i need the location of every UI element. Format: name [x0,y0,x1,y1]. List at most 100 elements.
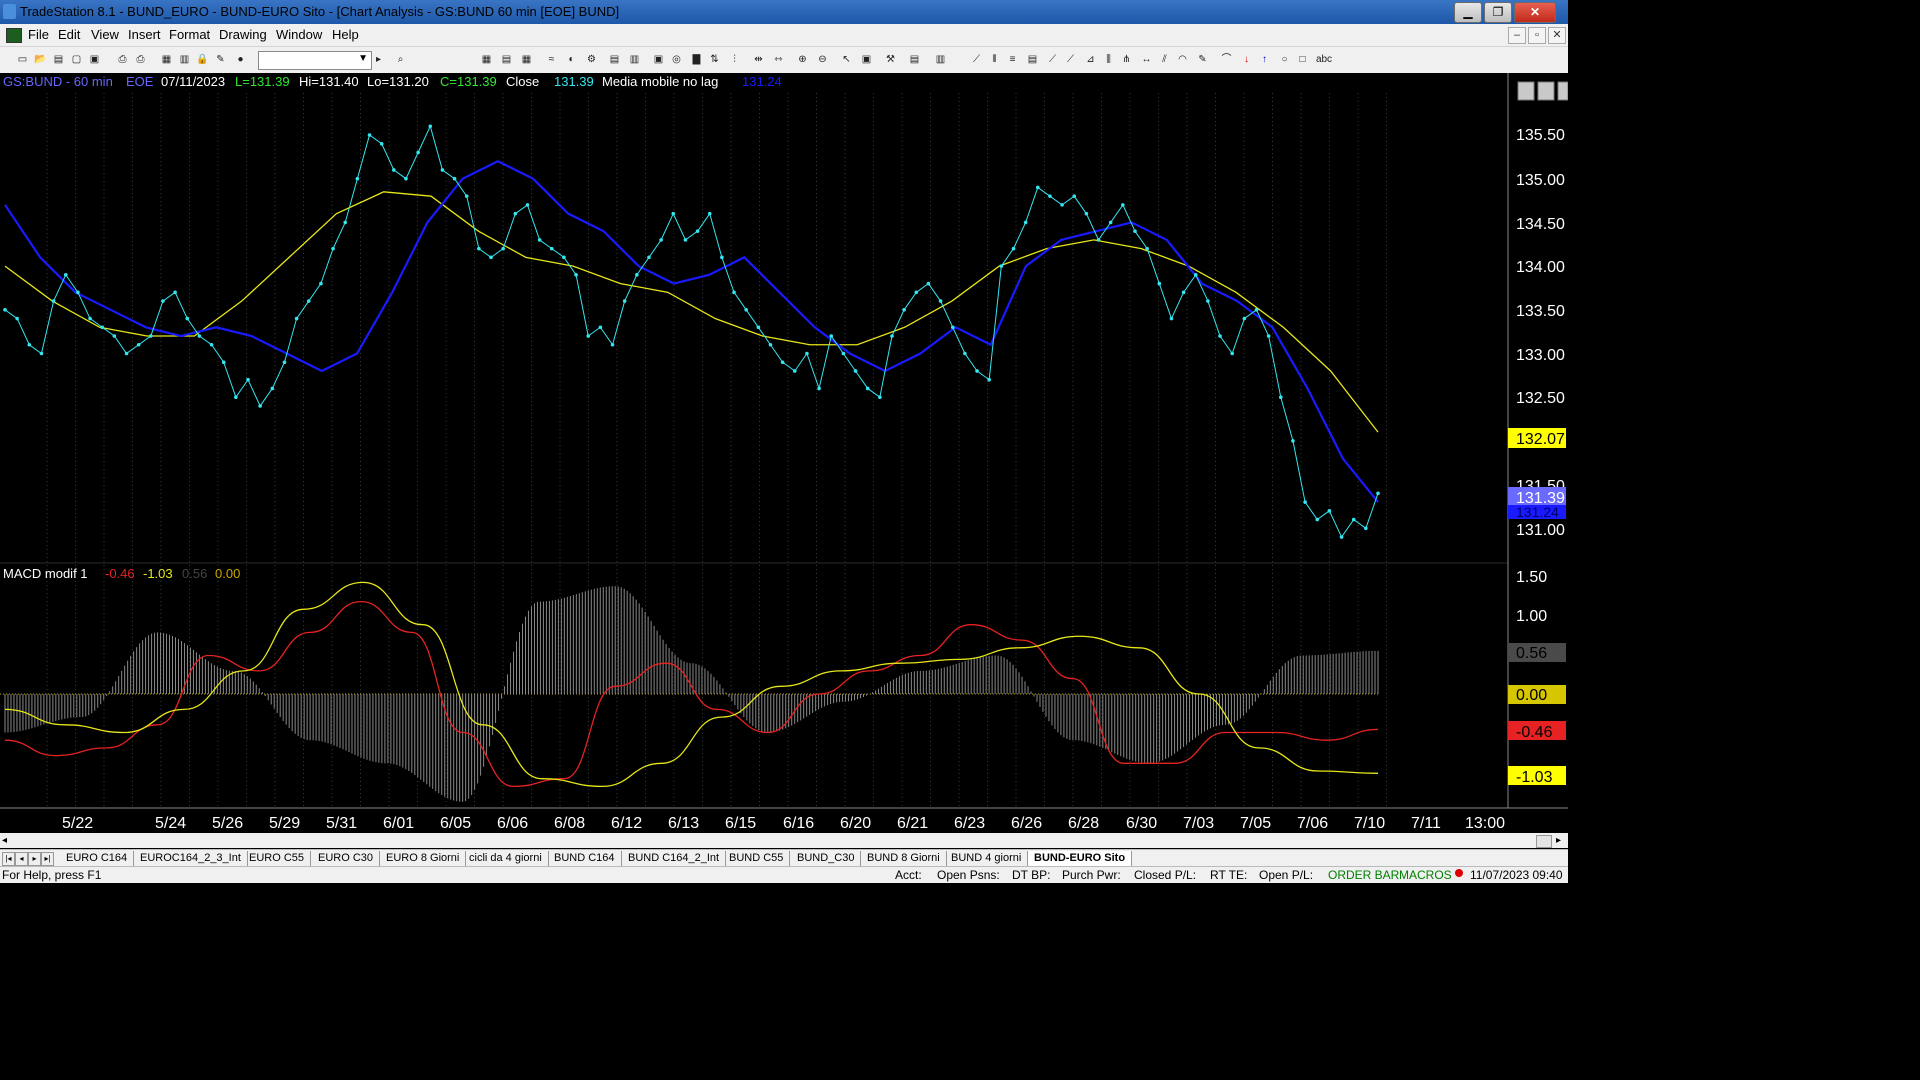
open-folder-icon[interactable]: 📂 [34,53,47,66]
speed-lines-icon[interactable]: ⟋ [1064,53,1077,66]
tab-euro-c164[interactable]: EURO C164 [60,851,135,866]
menu-window[interactable]: Window [276,27,322,42]
symbol-combo[interactable]: ▼ [258,51,372,70]
gann-fan-icon[interactable]: ⟋ [1046,53,1059,66]
horizontal-scrollbar[interactable]: ◂ ▸ [0,833,1568,848]
paintbar-icon[interactable]: ▥ [934,53,947,66]
fib-time-icon[interactable]: ⫼ [1102,53,1115,66]
tab-bund-c55[interactable]: BUND C55 [723,851,791,866]
curve-icon[interactable]: ⌒ [1220,53,1233,66]
scanner-icon[interactable]: ≈ [545,53,558,66]
menu-format[interactable]: Format [169,27,210,42]
tab-bund-c164-2-int[interactable]: BUND C164_2_Int [622,851,727,866]
tab-last-icon[interactable]: ▸| [41,852,54,866]
chart-analysis-window[interactable]: GS:BUND - 60 min EOE 07/11/2023 L=131.39… [0,73,1569,833]
table-icon[interactable]: ▦ [520,53,533,66]
open-workspace-icon[interactable]: ▤ [52,53,65,66]
tab-euroc164-2-3-int[interactable]: EUROC164_2_3_Int [134,851,248,866]
strategy-icon[interactable]: ▤ [908,53,921,66]
tab-prev-icon[interactable]: ◂ [15,852,28,866]
line-chart-icon[interactable]: ▤ [500,53,513,66]
zoom-out-bars-icon[interactable]: ⇿ [772,53,785,66]
up-arrow-icon[interactable]: ↑ [1258,53,1271,66]
new-document-icon[interactable]: ▭ [16,53,29,66]
mdi-minimize-button[interactable]: – [1508,27,1526,44]
print-icon[interactable]: ⎙ [116,53,129,66]
horizontal-arrow-icon[interactable]: ↔ [1140,53,1153,66]
menu-view[interactable]: View [91,27,119,42]
format-icon[interactable]: ✎ [214,53,227,66]
pointer-icon[interactable]: ↖ [840,53,853,66]
arc-icon[interactable]: ◠ [1176,53,1189,66]
chart-canvas[interactable]: GS:BUND - 60 min EOE 07/11/2023 L=131.39… [0,73,1569,833]
close-button[interactable]: ✕ [1514,2,1556,23]
macros-button[interactable]: MACROS [1399,868,1452,882]
scroll-thumb[interactable] [1536,835,1552,848]
tab-next-icon[interactable]: ▸ [28,852,41,866]
menu-drawing[interactable]: Drawing [219,27,267,42]
tab-bund-8-giorni[interactable]: BUND 8 Giorni [861,851,947,866]
text-icon[interactable]: abc [1314,53,1334,66]
menu-insert[interactable]: Insert [128,27,161,42]
new-window-icon[interactable]: ▢ [70,53,83,66]
matrix-icon[interactable]: ▥ [628,53,641,66]
menu-edit[interactable]: Edit [58,27,80,42]
tab-bund-c164[interactable]: BUND C164 [548,851,622,866]
tab-bund-c30[interactable]: BUND_C30 [791,851,862,866]
order-entry-icon[interactable]: ▤ [608,53,621,66]
close-point [707,211,712,216]
order-bar-button[interactable]: ORDER BAR [1328,868,1399,882]
tab-euro-c30[interactable]: EURO C30 [312,851,381,866]
scroll-right-icon[interactable]: ▸ [1556,835,1561,846]
chart-restore-button[interactable] [1537,81,1555,101]
zoom-in-icon[interactable]: ⊕ [796,53,809,66]
cascade-icon[interactable]: ▦ [160,53,173,66]
radar-icon[interactable]: ◐ [565,53,578,66]
tab-first-icon[interactable]: |◂ [2,852,15,866]
indicator-icon[interactable]: ⚒ [884,53,897,66]
scroll-left-icon[interactable]: ◂ [2,835,7,846]
menu-file[interactable]: File [28,27,49,42]
ladder-icon[interactable]: ⇅ [708,53,721,66]
zoom-out-icon[interactable]: ⊖ [816,53,829,66]
data-tips-icon[interactable]: ▣ [860,53,873,66]
parallel-lines-icon[interactable]: ⫽ [1158,53,1171,66]
text-box-icon[interactable]: ▤ [1026,53,1039,66]
tab-euro-8-giorni[interactable]: EURO 8 Giorni [380,851,467,866]
alert-icon[interactable]: ◎ [670,53,683,66]
mdi-close-button[interactable]: ✕ [1548,27,1566,44]
menu-help[interactable]: Help [332,27,359,42]
trendline-icon[interactable]: ⟋ [970,53,983,66]
depth-icon[interactable]: ⫶ [728,53,741,66]
lock-icon[interactable]: 🔒 [196,53,209,66]
horizontal-lines-icon[interactable]: ≡ [1006,53,1019,66]
vertical-lines-icon[interactable]: ⫴ [988,53,1001,66]
apps-icon[interactable]: ● [234,53,247,66]
tile-icon[interactable]: ▥ [178,53,191,66]
tab-bund-4-giorni[interactable]: BUND 4 giorni [945,851,1029,866]
bar-chart-icon[interactable]: ▦ [480,53,493,66]
minimize-button[interactable]: ▁ [1454,2,1482,23]
mdi-restore-button[interactable]: ▫ [1528,27,1546,44]
chart-minimize-button[interactable] [1517,81,1535,101]
chart-close-button[interactable] [1557,81,1569,101]
tab-cicli-da-4-giorni[interactable]: cicli da 4 giorni [463,851,549,866]
tab-euro-c55[interactable]: EURO C55 [243,851,312,866]
news-icon[interactable]: ▣ [652,53,665,66]
fib-extension-icon[interactable]: ⊿ [1084,53,1097,66]
print-preview-icon[interactable]: ⎙ [134,53,147,66]
play-icon[interactable]: ▸ [372,53,385,66]
zoom-in-bars-icon[interactable]: ⇹ [752,53,765,66]
find-icon[interactable]: ⌕ [394,53,407,66]
andrews-pitchfork-icon[interactable]: ⋔ [1120,53,1133,66]
maximize-button[interactable]: ❐ [1484,2,1512,23]
options-icon[interactable]: ⚙ [585,53,598,66]
ellipse-icon[interactable]: ○ [1278,53,1291,66]
pencil-icon[interactable]: ✎ [1196,53,1209,66]
chart-trading-icon[interactable]: ▇ [690,53,703,66]
chart-window-icon[interactable] [6,28,22,43]
down-arrow-icon[interactable]: ↓ [1240,53,1253,66]
save-icon[interactable]: ▣ [88,53,101,66]
rectangle-icon[interactable]: □ [1296,53,1309,66]
tab-bund-euro-sito[interactable]: BUND-EURO Sito [1028,851,1133,866]
